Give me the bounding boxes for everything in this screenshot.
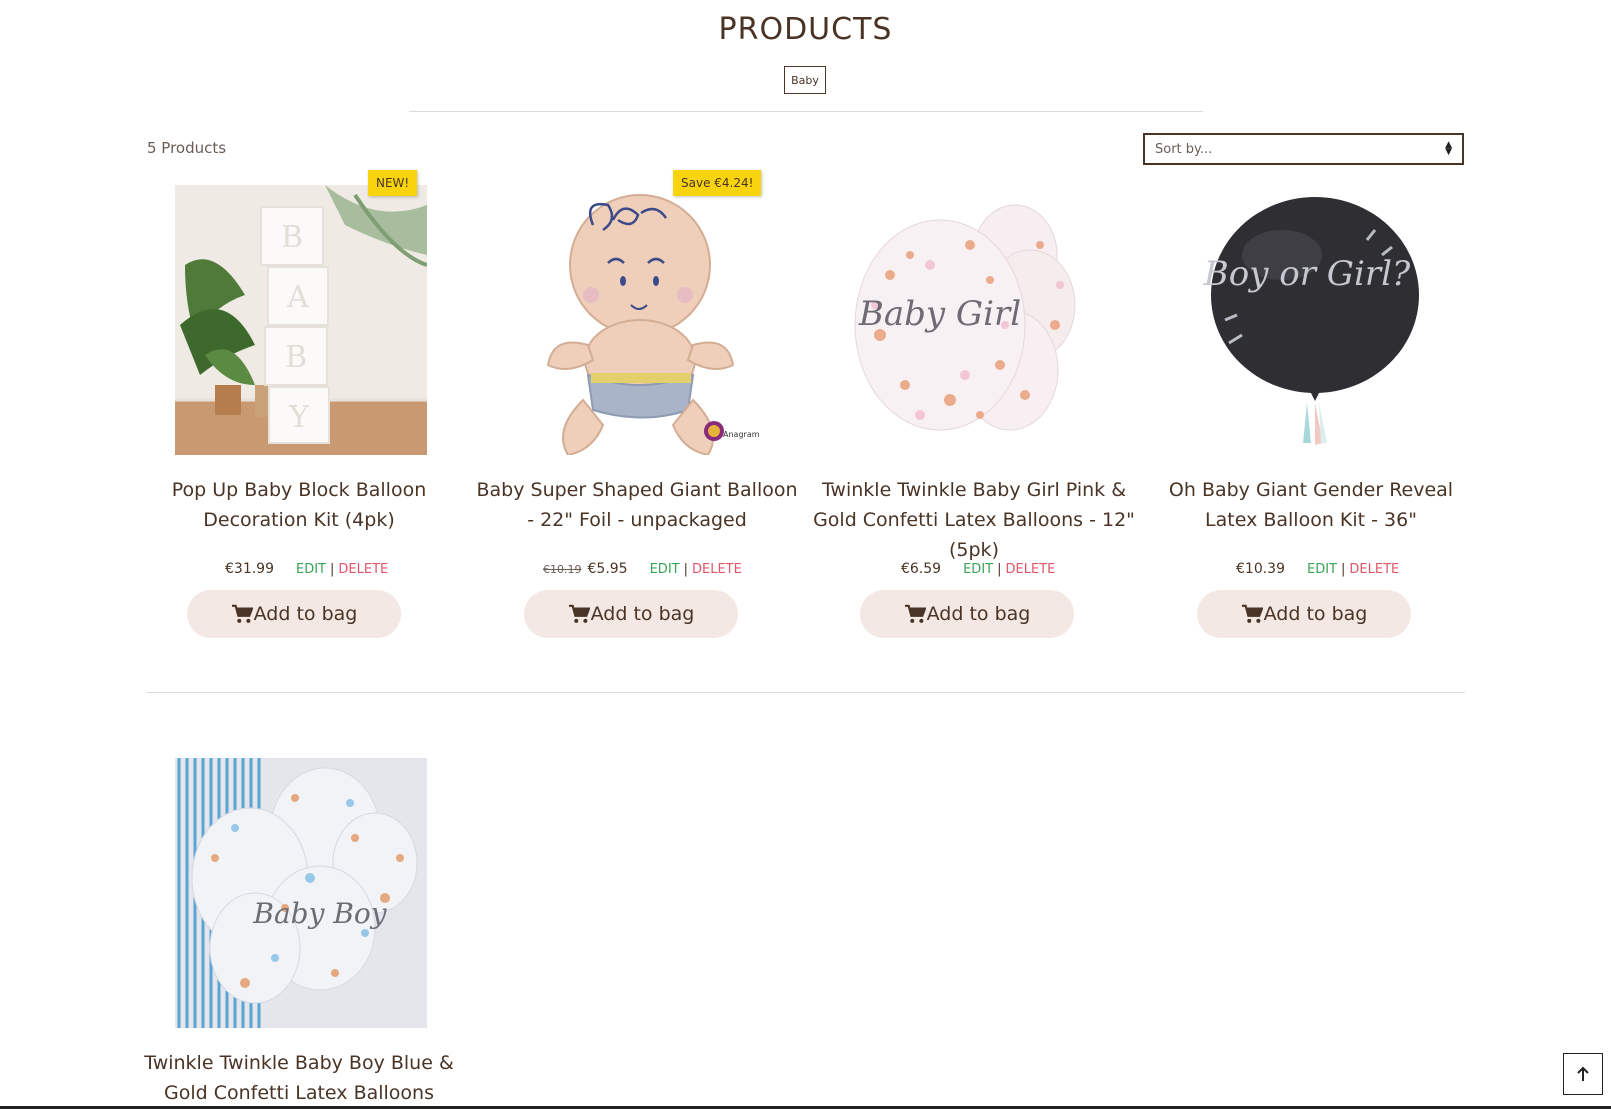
sort-select[interactable]: Sort by... ▲ ▼ <box>1143 133 1464 165</box>
product-title[interactable]: Oh Baby Giant Gender Reveal Latex Balloo… <box>1146 475 1476 535</box>
product-image[interactable]: Anagram <box>513 185 765 455</box>
block-letter: A <box>286 280 309 315</box>
add-to-bag-label: Add to bag <box>253 603 358 625</box>
product-price: €10.39 <box>1236 561 1285 577</box>
product-title[interactable]: Twinkle Twinkle Baby Boy Blue & Gold Con… <box>134 1048 464 1108</box>
product-card: B A B Y NEW! Pop Up Baby Block Balloon D… <box>134 170 464 640</box>
anagram-logo: Anagram <box>723 430 760 439</box>
page-title: PRODUCTS <box>718 12 893 47</box>
edit-link[interactable]: EDIT <box>963 562 993 577</box>
old-price: €10.19 <box>543 562 582 576</box>
add-to-bag-button[interactable]: Add to bag <box>860 590 1074 638</box>
product-image[interactable]: Baby Girl <box>850 185 1102 455</box>
cart-icon <box>1241 604 1263 623</box>
divider <box>147 692 1465 693</box>
separator: | <box>683 561 688 577</box>
delete-link[interactable]: DELETE <box>1005 562 1055 577</box>
price-row: €10.19 €5.95 EDIT | DELETE <box>543 561 742 577</box>
price-row: €31.99 EDIT | DELETE <box>225 561 388 577</box>
add-to-bag-label: Add to bag <box>926 603 1031 625</box>
sale-badge: Save €4.24! <box>673 170 762 196</box>
add-to-bag-button[interactable]: Add to bag <box>187 590 401 638</box>
new-badge: NEW! <box>368 170 418 196</box>
product-title[interactable]: Pop Up Baby Block Balloon Decoration Kit… <box>134 475 464 535</box>
product-image[interactable]: Boy or Girl? <box>1187 185 1439 455</box>
product-title[interactable]: Baby Super Shaped Giant Balloon - 22" Fo… <box>472 475 802 535</box>
product-image[interactable]: Baby Boy <box>175 758 427 1028</box>
add-to-bag-button[interactable]: Add to bag <box>524 590 738 638</box>
add-to-bag-label: Add to bag <box>1263 603 1368 625</box>
product-price: €5.95 <box>587 561 628 577</box>
arrow-up-icon <box>1577 1066 1589 1081</box>
separator: | <box>1341 561 1346 577</box>
edit-link[interactable]: EDIT <box>1307 562 1337 577</box>
price-row: €6.59 EDIT | DELETE <box>901 561 1055 577</box>
balloon-text: Baby Boy <box>252 897 387 930</box>
category-tag-baby[interactable]: Baby <box>784 66 826 94</box>
edit-link[interactable]: EDIT <box>296 562 326 577</box>
product-image[interactable]: B A B Y <box>175 185 427 455</box>
sort-arrows-icon: ▲ ▼ <box>1445 140 1452 157</box>
delete-link[interactable]: DELETE <box>1349 562 1399 577</box>
delete-link[interactable]: DELETE <box>692 562 742 577</box>
product-price: €31.99 <box>225 561 274 577</box>
edit-link[interactable]: EDIT <box>650 562 680 577</box>
separator: | <box>330 561 335 577</box>
block-letter: Y <box>288 400 310 435</box>
sort-select-value: Sort by... <box>1155 141 1213 157</box>
product-card: Baby Boy Twinkle Twinkle Baby Boy Blue &… <box>134 743 464 1109</box>
product-price: €6.59 <box>901 561 942 577</box>
product-count: 5 Products <box>147 139 227 157</box>
divider <box>409 111 1203 112</box>
scroll-to-top-button[interactable] <box>1563 1053 1603 1095</box>
add-to-bag-button[interactable]: Add to bag <box>1197 590 1411 638</box>
product-card: Baby Girl Twinkle Twinkle Baby Girl Pink… <box>809 170 1139 640</box>
cart-icon <box>568 604 590 623</box>
add-to-bag-label: Add to bag <box>590 603 695 625</box>
block-letter: B <box>285 340 307 375</box>
delete-link[interactable]: DELETE <box>338 562 388 577</box>
cart-icon <box>231 604 253 623</box>
product-title[interactable]: Twinkle Twinkle Baby Girl Pink & Gold Co… <box>809 475 1139 565</box>
block-letter: B <box>281 220 303 255</box>
separator: | <box>997 561 1002 577</box>
price-row: €10.39 EDIT | DELETE <box>1236 561 1399 577</box>
balloon-text: Baby Girl <box>858 294 1021 334</box>
product-card: Anagram Save €4.24! Baby Super Shaped Gi… <box>472 170 802 640</box>
cart-icon <box>904 604 926 623</box>
product-card: Boy or Girl? Oh Baby Giant Gender Reveal… <box>1146 170 1476 640</box>
balloon-text: Boy or Girl? <box>1203 254 1411 294</box>
